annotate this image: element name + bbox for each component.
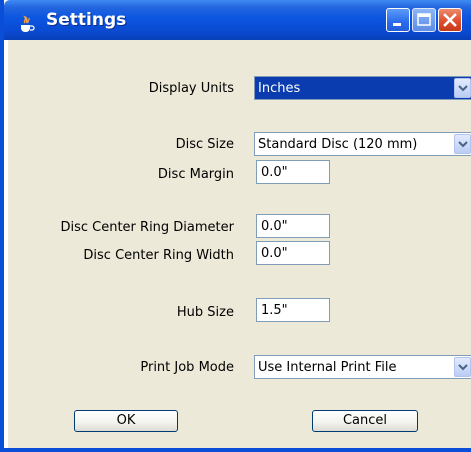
maximize-button[interactable] [412, 8, 436, 32]
java-cup-icon [21, 15, 35, 32]
close-icon [443, 13, 457, 27]
settings-window: Settings Display Units Inches Disc Size … [0, 0, 471, 452]
center-ring-diameter-field[interactable]: 0.0" [256, 214, 330, 238]
display-units-label: Display Units [148, 81, 234, 96]
chevron-down-icon [458, 364, 468, 371]
print-job-mode-dropdown-button[interactable] [454, 357, 471, 377]
chevron-down-icon [458, 141, 468, 148]
maximize-icon [417, 13, 431, 26]
print-job-mode-select[interactable]: Use Internal Print File [254, 355, 471, 379]
disc-margin-value: 0.0" [261, 165, 288, 180]
center-ring-width-field[interactable]: 0.0" [256, 241, 330, 265]
hub-size-value: 1.5" [261, 303, 288, 318]
close-button[interactable] [438, 8, 462, 32]
minimize-button[interactable] [386, 8, 410, 32]
cancel-button[interactable]: Cancel [312, 410, 418, 432]
disc-size-dropdown-button[interactable] [454, 134, 471, 154]
hub-size-label: Hub Size [176, 305, 234, 320]
chevron-down-icon [458, 85, 468, 92]
center-ring-width-label: Disc Center Ring Width [83, 248, 234, 263]
disc-size-select[interactable]: Standard Disc (120 mm) [254, 132, 471, 156]
display-units-value: Inches [258, 81, 301, 96]
center-ring-width-value: 0.0" [261, 246, 288, 261]
center-ring-diameter-label: Disc Center Ring Diameter [60, 220, 234, 235]
disc-margin-field[interactable]: 0.0" [256, 160, 330, 184]
minimize-icon [393, 23, 401, 26]
ok-button[interactable]: OK [74, 410, 178, 432]
title-bar[interactable]: Settings [4, 0, 471, 40]
disc-size-label: Disc Size [175, 137, 234, 152]
display-units-dropdown-button[interactable] [454, 78, 471, 98]
center-ring-diameter-value: 0.0" [261, 219, 288, 234]
disc-margin-label: Disc Margin [157, 167, 234, 182]
disc-size-value: Standard Disc (120 mm) [258, 137, 418, 152]
settings-panel [8, 40, 471, 448]
print-job-mode-label: Print Job Mode [140, 360, 234, 375]
window-title: Settings [46, 10, 127, 30]
print-job-mode-value: Use Internal Print File [258, 360, 397, 375]
display-units-select[interactable]: Inches [254, 76, 471, 100]
hub-size-field[interactable]: 1.5" [256, 298, 330, 322]
